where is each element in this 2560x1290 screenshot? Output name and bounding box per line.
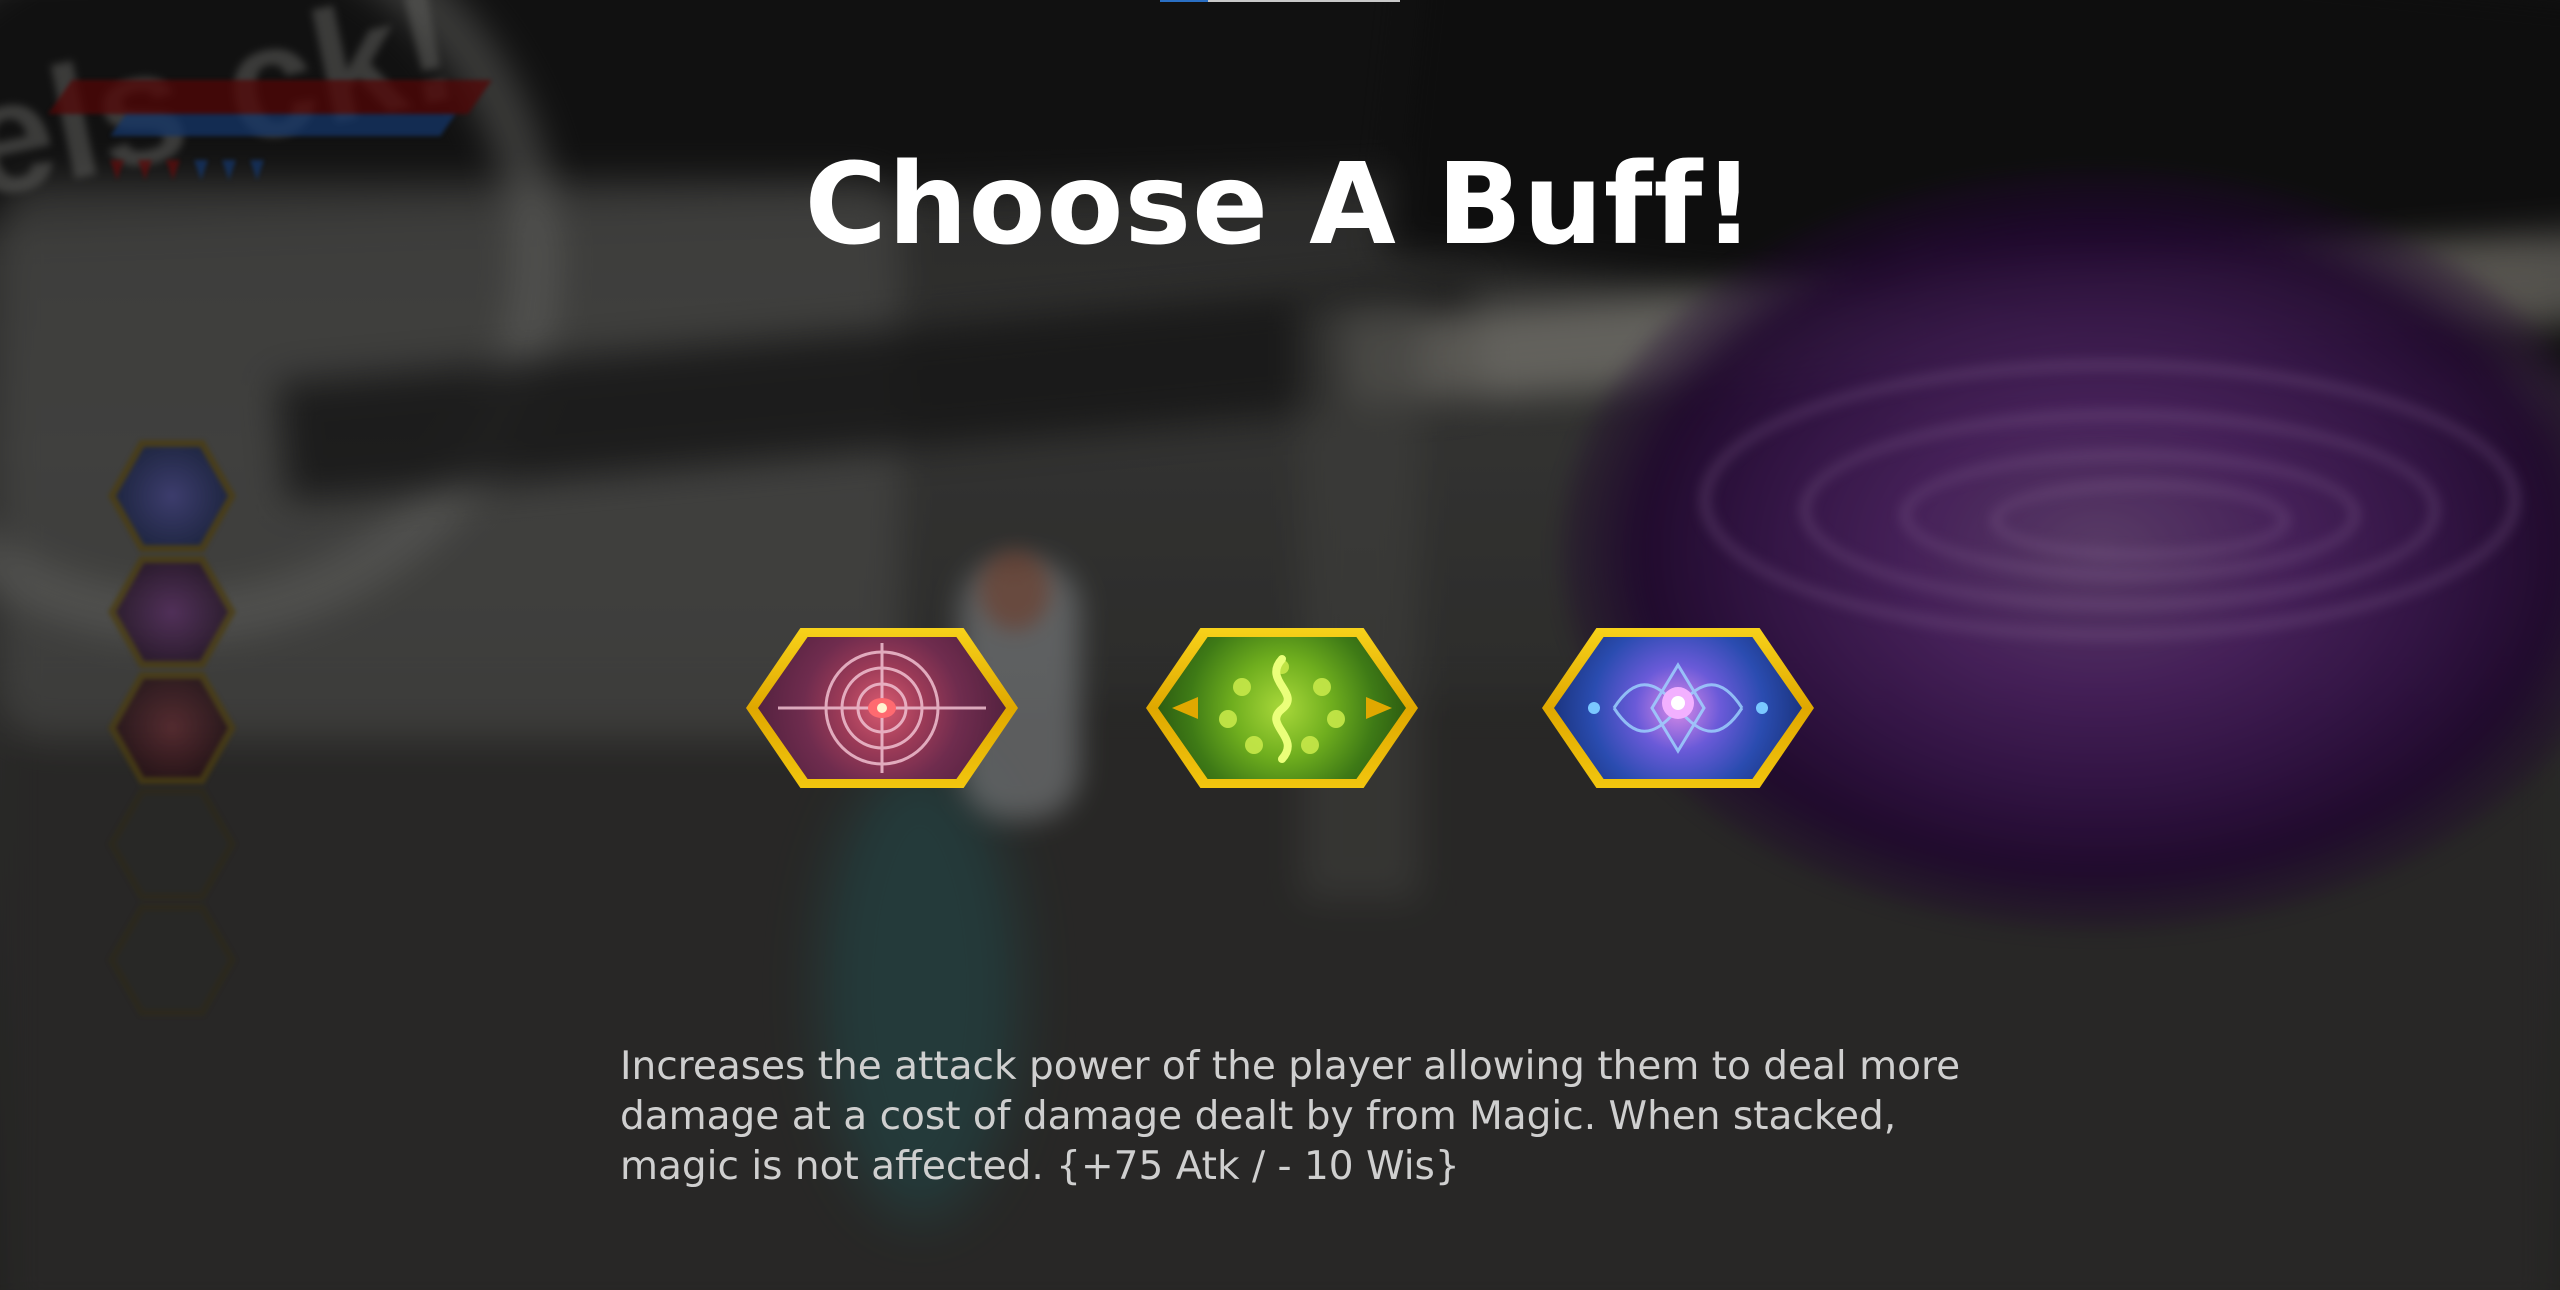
buff-option-magic[interactable] bbox=[1542, 628, 1814, 788]
poison-buff-icon bbox=[1158, 637, 1406, 779]
description-line: magic is not affected. {+75 Atk / - 10 W… bbox=[620, 1144, 1460, 1189]
top-indicator bbox=[1160, 0, 1400, 2]
magic-buff-icon bbox=[1554, 637, 1802, 779]
page-title: Choose A Buff! bbox=[804, 140, 1756, 270]
buff-description: Increases the attack power of the player… bbox=[620, 1042, 2000, 1192]
description-line: Increases the attack power of the player… bbox=[620, 1044, 1961, 1089]
attack-buff-icon bbox=[758, 637, 1006, 779]
buff-option-poison[interactable] bbox=[1146, 628, 1418, 788]
buff-option-attack[interactable] bbox=[746, 628, 1018, 788]
description-line: damage at a cost of damage dealt by from… bbox=[620, 1094, 1897, 1139]
